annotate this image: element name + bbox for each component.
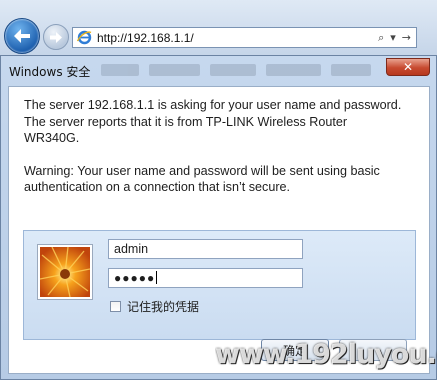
remember-checkbox[interactable]: [110, 301, 121, 312]
back-button[interactable]: [4, 18, 40, 54]
dialog-titlebar[interactable]: Windows 安全 ✕: [1, 56, 436, 84]
dialog-message: The server 192.168.1.1 is asking for you…: [24, 97, 419, 196]
dropdown-icon[interactable]: ▾: [390, 31, 396, 44]
message-line: WR340G.: [24, 131, 80, 145]
username-input[interactable]: admin: [108, 239, 303, 259]
credential-tile: admin ●●●●● 记住我的凭据: [23, 230, 416, 340]
remember-label: 记住我的凭据: [127, 300, 200, 314]
forward-button[interactable]: [43, 24, 69, 50]
refresh-icon[interactable]: →: [402, 31, 411, 44]
password-mask: ●●●●●: [114, 271, 156, 285]
browser-chrome: http://192.168.1.1/ ⌕ ▾ →: [0, 0, 437, 58]
address-bar[interactable]: http://192.168.1.1/ ⌕ ▾ →: [72, 27, 417, 48]
site-watermark: www.192luyou.com 路由器之家: [215, 339, 437, 370]
titlebar-background-blur: [101, 64, 371, 78]
warning-line: Warning: Your user name and password wil…: [24, 163, 380, 178]
warning-line: authentication on a connection that isn’…: [24, 180, 291, 194]
text-caret: [156, 271, 158, 284]
back-arrow-icon: [14, 29, 30, 43]
dialog-title: Windows 安全: [9, 65, 91, 79]
url-text[interactable]: http://192.168.1.1/: [97, 31, 194, 45]
search-icon[interactable]: ⌕: [378, 31, 384, 45]
password-input[interactable]: ●●●●●: [108, 268, 303, 288]
close-icon: ✕: [402, 60, 414, 74]
close-button[interactable]: ✕: [386, 58, 430, 76]
ie-icon: [76, 30, 92, 46]
forward-arrow-icon: [50, 31, 62, 43]
remember-credentials[interactable]: 记住我的凭据: [110, 298, 199, 315]
user-avatar: [38, 245, 92, 299]
message-line: The server 192.168.1.1 is asking for you…: [24, 98, 402, 112]
message-line: The server reports that it is from TP-LI…: [24, 114, 348, 129]
